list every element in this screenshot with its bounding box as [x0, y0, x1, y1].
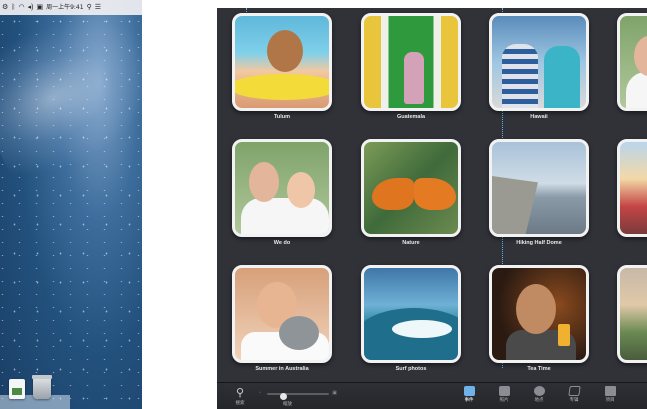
zoom-in-icon[interactable]: ▣: [332, 390, 337, 396]
event-thumbnail[interactable]: [489, 265, 589, 363]
event-title: Hiking Half Dome: [516, 240, 562, 246]
event-thumbnail[interactable]: [489, 13, 589, 111]
event-title: Tea Time: [527, 366, 551, 372]
places-icon: [533, 386, 545, 396]
zoom-track[interactable]: [267, 393, 329, 400]
photos-icon: [498, 386, 510, 396]
menu-clock[interactable]: 周一上午9:41: [46, 0, 83, 15]
search-button[interactable]: ⚲ 搜索: [229, 387, 251, 406]
events-grid: Tulum Guatemala Hawaii We do Nature Hiki…: [217, 8, 647, 382]
event-thumbnail[interactable]: [232, 265, 332, 363]
zoom-out-icon[interactable]: ▫: [259, 390, 261, 396]
tab-label: 地点: [534, 398, 544, 403]
albums-icon: [567, 386, 581, 396]
search-label: 搜索: [235, 401, 245, 406]
wallpaper-stars: [0, 0, 142, 409]
event-thumbnail[interactable]: [489, 139, 589, 237]
event-thumbnail[interactable]: [361, 265, 461, 363]
tab-label: 项目: [605, 398, 615, 403]
tab-places[interactable]: 地点: [526, 386, 552, 403]
event-tile[interactable]: Surf photos: [361, 265, 461, 377]
zoom-slider[interactable]: ▫ ▣: [259, 390, 337, 400]
menu-bar: ⚙ ᛒ ◠ ◂) ▣ 周一上午9:41 ⚲ ☰: [0, 0, 142, 15]
tab-events[interactable]: 事件: [456, 386, 482, 403]
event-tile[interactable]: Nature: [361, 139, 461, 251]
bottom-toolbar: ⚲ 搜索 ▫ ▣ 缩放 事件 照片 地点 专辑 项目: [217, 382, 647, 409]
event-tile[interactable]: Tea Time: [489, 265, 589, 377]
dock: [0, 367, 142, 409]
event-thumbnail[interactable]: [617, 139, 647, 237]
list-icon[interactable]: ☰: [95, 0, 101, 15]
event-thumbnail[interactable]: [232, 139, 332, 237]
events-icon: [463, 386, 475, 396]
zoom-knob[interactable]: [279, 393, 287, 400]
event-title: Nature: [402, 240, 420, 246]
event-thumbnail[interactable]: [617, 265, 647, 363]
event-title: Summer in Australia: [255, 366, 309, 372]
tab-label: 照片: [499, 398, 509, 403]
search-icon[interactable]: ⚲: [87, 0, 92, 15]
event-tile[interactable]: [617, 265, 647, 377]
event-title: We do: [273, 240, 291, 246]
event-thumbnail[interactable]: [361, 139, 461, 237]
search-icon: ⚲: [235, 387, 245, 399]
event-title: Hawaii: [530, 114, 548, 120]
event-thumbnail[interactable]: [361, 13, 461, 111]
tab-label: 事件: [464, 398, 474, 403]
event-tile[interactable]: Tulum: [232, 13, 332, 125]
page: ⚙ ᛒ ◠ ◂) ▣ 周一上午9:41 ⚲ ☰ Tulum Guatemala …: [0, 0, 647, 409]
projects-icon: [604, 386, 616, 396]
event-title: Tulum: [273, 114, 291, 120]
event-title: Guatemala: [396, 114, 426, 120]
bluetooth-icon[interactable]: ᛒ: [11, 0, 15, 15]
event-thumbnail[interactable]: [232, 13, 332, 111]
tab-label: 专辑: [569, 398, 579, 403]
event-title: Surf photos: [395, 366, 427, 372]
event-tile[interactable]: Summer in Australia: [232, 265, 332, 377]
tab-projects[interactable]: 项目: [597, 386, 623, 403]
zoom-label: 缩放: [283, 402, 292, 407]
tab-albums[interactable]: 专辑: [561, 386, 587, 403]
input-method-icon[interactable]: ▣: [36, 0, 43, 15]
event-tile[interactable]: Hawaii: [489, 13, 589, 125]
event-tile[interactable]: Hiking Half Dome: [489, 139, 589, 251]
tab-photos[interactable]: 照片: [491, 386, 517, 403]
event-tile[interactable]: Guatemala: [361, 13, 461, 125]
desktop-screen: ⚙ ᛒ ◠ ◂) ▣ 周一上午9:41 ⚲ ☰: [0, 0, 142, 409]
event-tile[interactable]: [617, 13, 647, 125]
event-thumbnail[interactable]: [617, 13, 647, 111]
volume-icon[interactable]: ◂): [28, 0, 34, 15]
document-icon[interactable]: [9, 379, 25, 399]
event-tile[interactable]: We do: [232, 139, 332, 251]
gear-icon[interactable]: ⚙: [2, 0, 8, 15]
wifi-icon[interactable]: ◠: [18, 0, 24, 15]
trash-icon[interactable]: [32, 375, 52, 399]
photos-app-window: Tulum Guatemala Hawaii We do Nature Hiki…: [217, 8, 647, 409]
event-tile[interactable]: [617, 139, 647, 251]
